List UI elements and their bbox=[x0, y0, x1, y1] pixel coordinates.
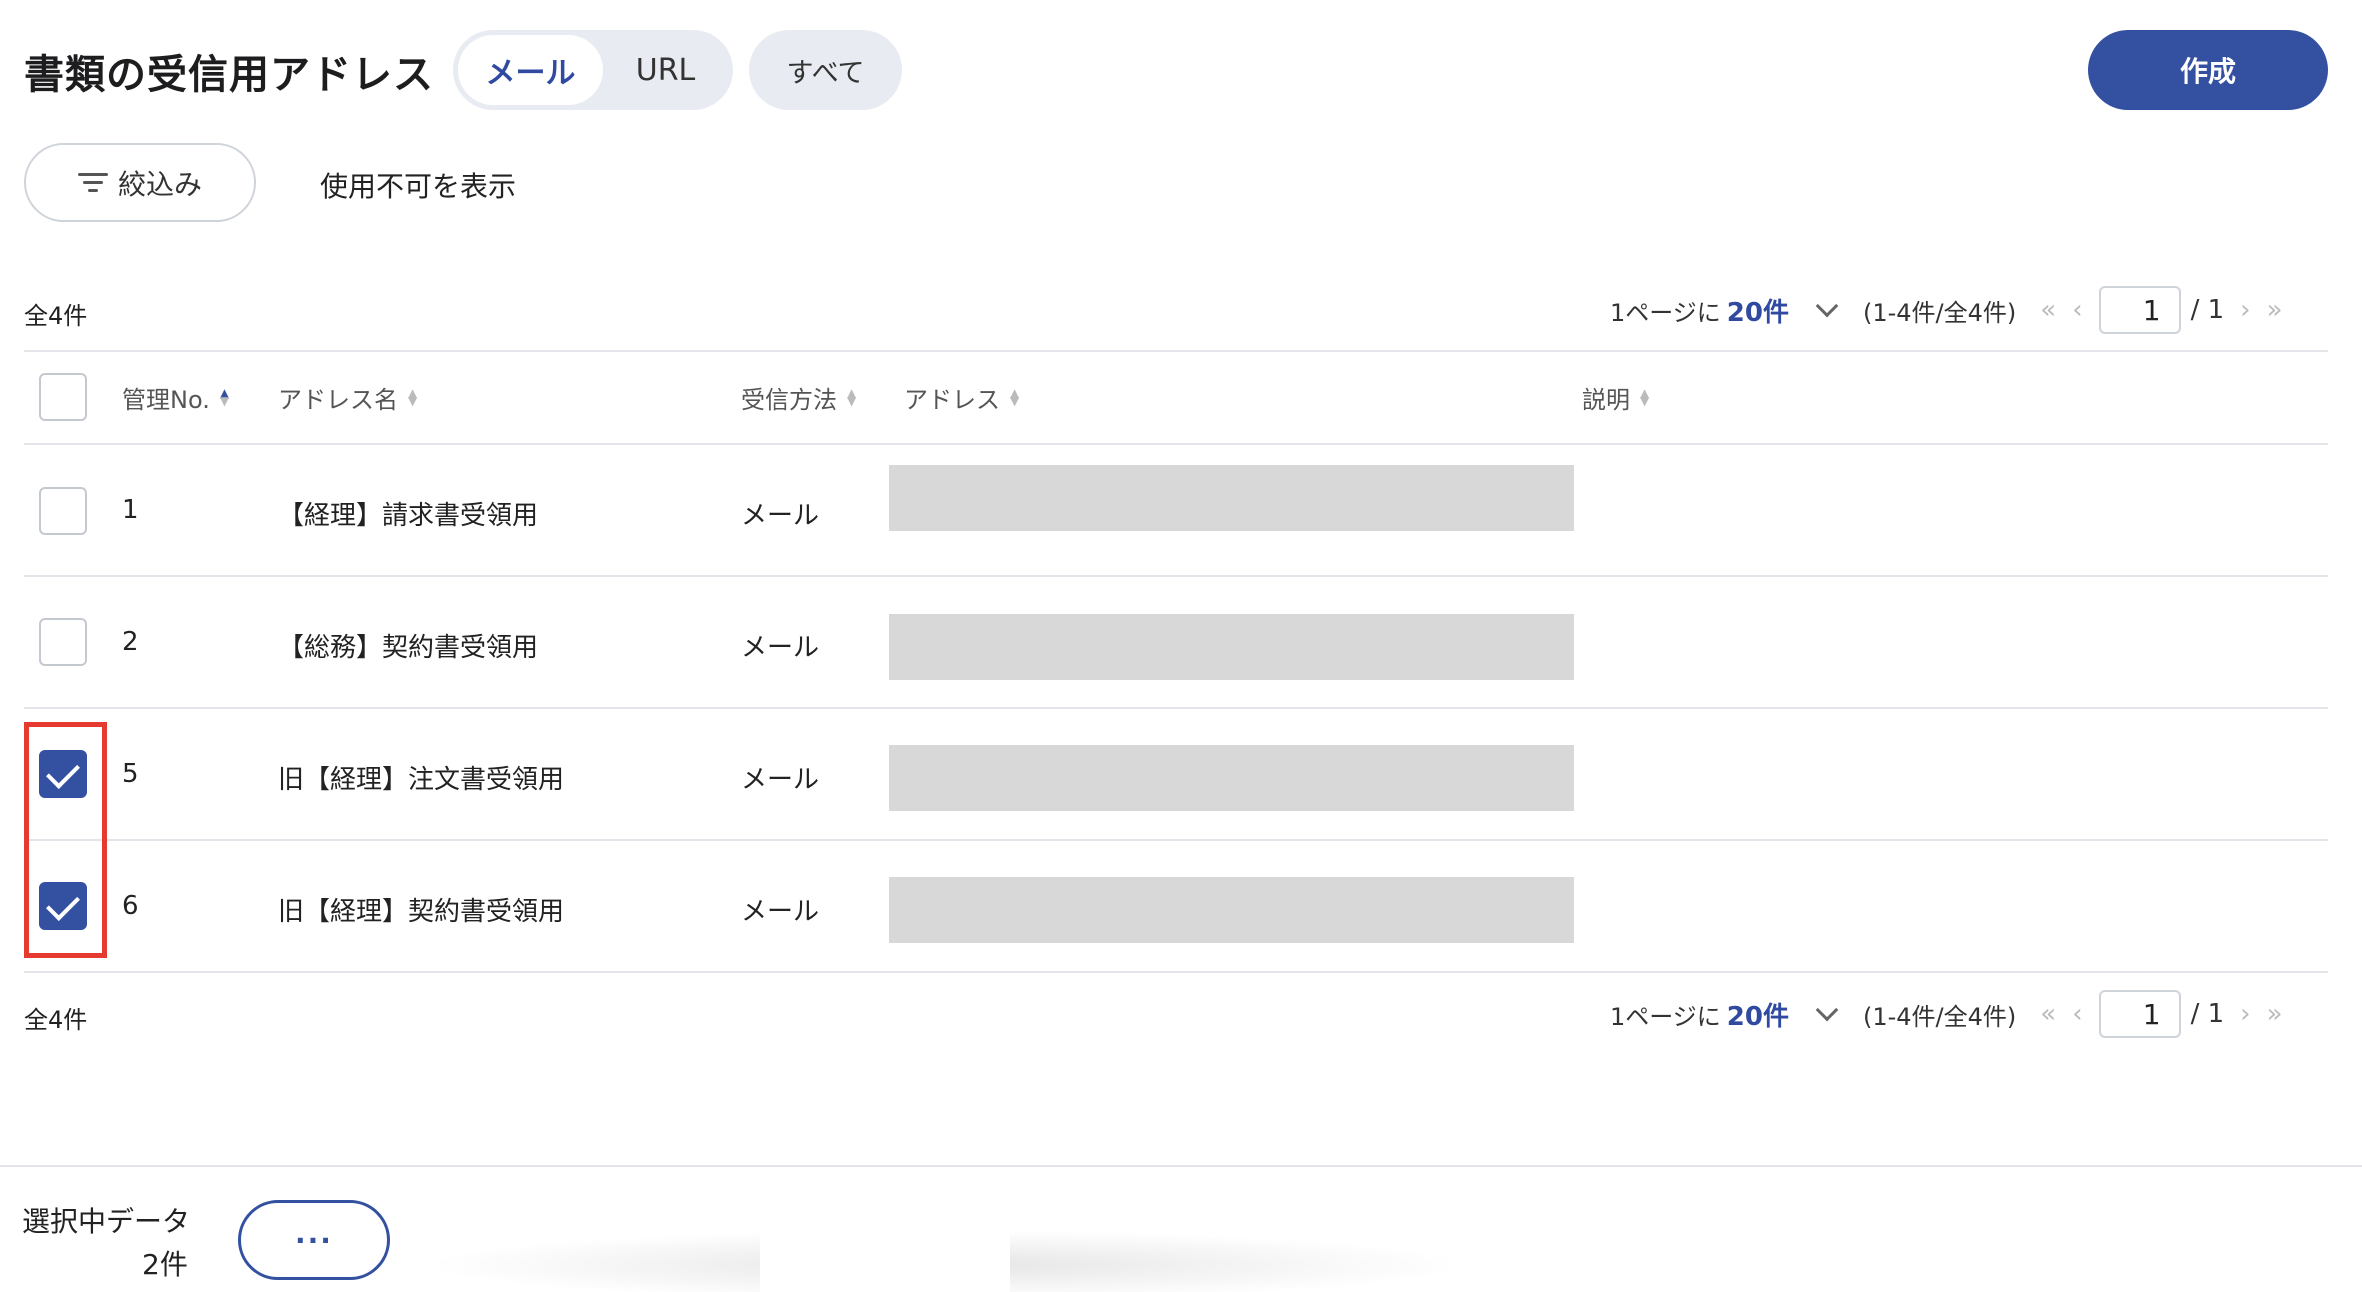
column-header-description[interactable]: 説明 ▲ ▼ bbox=[1582, 375, 1649, 419]
range-label: (1-4件/全4件) bbox=[1862, 298, 2017, 327]
prev-page-icon[interactable]: ‹ bbox=[2072, 295, 2082, 325]
column-header-method[interactable]: 受信方法 ▲ ▼ bbox=[741, 375, 856, 419]
cell-method: メール bbox=[741, 897, 820, 927]
cell-address-redacted bbox=[889, 465, 1574, 531]
pagination-top: 1ページに 20件 (1-4件/全4件) « ‹ 1 / 1 › » bbox=[1610, 286, 2330, 334]
selected-data-label: 選択中データ bbox=[22, 1205, 191, 1238]
more-icon: ··· bbox=[295, 1223, 333, 1257]
per-page-prefix: 1ページに bbox=[1610, 298, 1721, 327]
last-page-icon[interactable]: » bbox=[2267, 295, 2283, 325]
cell-no: 2 bbox=[122, 627, 139, 657]
cell-method: メール bbox=[741, 633, 820, 663]
last-page-icon[interactable]: » bbox=[2267, 999, 2283, 1029]
tab-all[interactable]: すべて bbox=[749, 30, 902, 110]
sort-icon: ▲ ▼ bbox=[408, 386, 418, 408]
range-label: (1-4件/全4件) bbox=[1862, 1002, 2017, 1031]
cell-address-redacted bbox=[889, 877, 1574, 943]
row-divider bbox=[24, 575, 2328, 577]
per-page-value[interactable]: 20件 bbox=[1727, 292, 1789, 329]
page: 書類の受信用アドレス メール URL すべて 作成 絞込み 使用不可を表示 全4… bbox=[0, 0, 2362, 1292]
column-header-address[interactable]: アドレス ▲ ▼ bbox=[904, 375, 1019, 419]
prev-page-icon[interactable]: ‹ bbox=[2072, 999, 2082, 1029]
chevron-down-icon[interactable] bbox=[1815, 998, 1839, 1022]
selection-highlight-box bbox=[24, 722, 107, 958]
next-page-icon[interactable]: › bbox=[2240, 295, 2250, 325]
pagination-bottom: 1ページに 20件 (1-4件/全4件) « ‹ 1 / 1 › » bbox=[1610, 990, 2330, 1038]
per-page-prefix: 1ページに bbox=[1610, 1002, 1721, 1031]
row-divider bbox=[24, 971, 2328, 973]
cell-method: メール bbox=[741, 501, 820, 531]
row-divider bbox=[24, 443, 2328, 445]
table-top-border bbox=[24, 350, 2328, 352]
first-page-icon[interactable]: « bbox=[2040, 295, 2056, 325]
cell-no: 5 bbox=[122, 759, 139, 789]
sort-icon: ▲ ▼ bbox=[219, 386, 230, 408]
receive-type-toggle: メール URL bbox=[453, 30, 733, 110]
row-checkbox[interactable] bbox=[39, 618, 87, 666]
selected-count: 2件 bbox=[142, 1248, 188, 1281]
row-divider bbox=[24, 839, 2328, 841]
show-disabled-link[interactable]: 使用不可を表示 bbox=[320, 165, 516, 205]
page-number-input[interactable]: 1 bbox=[2098, 286, 2181, 334]
cell-address-redacted bbox=[889, 614, 1574, 680]
page-number-input[interactable]: 1 bbox=[2098, 990, 2181, 1038]
cell-name: 旧【経理】注文書受領用 bbox=[278, 765, 565, 795]
sort-icon: ▲ ▼ bbox=[1640, 386, 1650, 408]
row-divider bbox=[24, 707, 2328, 709]
cell-no: 6 bbox=[122, 891, 139, 921]
tab-url[interactable]: URL bbox=[603, 35, 728, 105]
total-pages: / 1 bbox=[2190, 295, 2225, 325]
filter-button[interactable]: 絞込み bbox=[24, 143, 256, 222]
row-checkbox[interactable] bbox=[39, 487, 87, 535]
next-page-icon[interactable]: › bbox=[2240, 999, 2250, 1029]
cell-method: メール bbox=[741, 765, 820, 795]
cell-address-redacted bbox=[889, 745, 1574, 811]
footer-divider bbox=[0, 1165, 2362, 1167]
total-count: 全4件 bbox=[24, 302, 88, 330]
cell-name: 【経理】請求書受領用 bbox=[278, 501, 539, 531]
select-all-checkbox[interactable] bbox=[39, 373, 87, 421]
create-button[interactable]: 作成 bbox=[2088, 30, 2328, 110]
total-pages: / 1 bbox=[2190, 999, 2225, 1029]
chevron-down-icon[interactable] bbox=[1815, 294, 1839, 318]
page-title: 書類の受信用アドレス bbox=[24, 52, 434, 98]
first-page-icon[interactable]: « bbox=[2040, 999, 2056, 1029]
column-header-name[interactable]: アドレス名 ▲ ▼ bbox=[278, 375, 417, 419]
filter-label: 絞込み bbox=[117, 167, 202, 201]
sort-icon: ▲ ▼ bbox=[847, 386, 857, 408]
cell-name: 旧【経理】契約書受領用 bbox=[278, 897, 565, 927]
tab-mail[interactable]: メール bbox=[458, 35, 603, 105]
more-actions-button[interactable]: ··· bbox=[238, 1200, 390, 1280]
footer-shadow-gap bbox=[760, 1215, 1010, 1292]
total-count: 全4件 bbox=[24, 1006, 88, 1034]
column-header-no[interactable]: 管理No. ▲ ▼ bbox=[122, 375, 229, 419]
per-page-value[interactable]: 20件 bbox=[1727, 996, 1789, 1033]
cell-no: 1 bbox=[122, 495, 139, 525]
filter-icon bbox=[77, 172, 108, 194]
cell-name: 【総務】契約書受領用 bbox=[278, 633, 539, 663]
sort-icon: ▲ ▼ bbox=[1010, 386, 1020, 408]
